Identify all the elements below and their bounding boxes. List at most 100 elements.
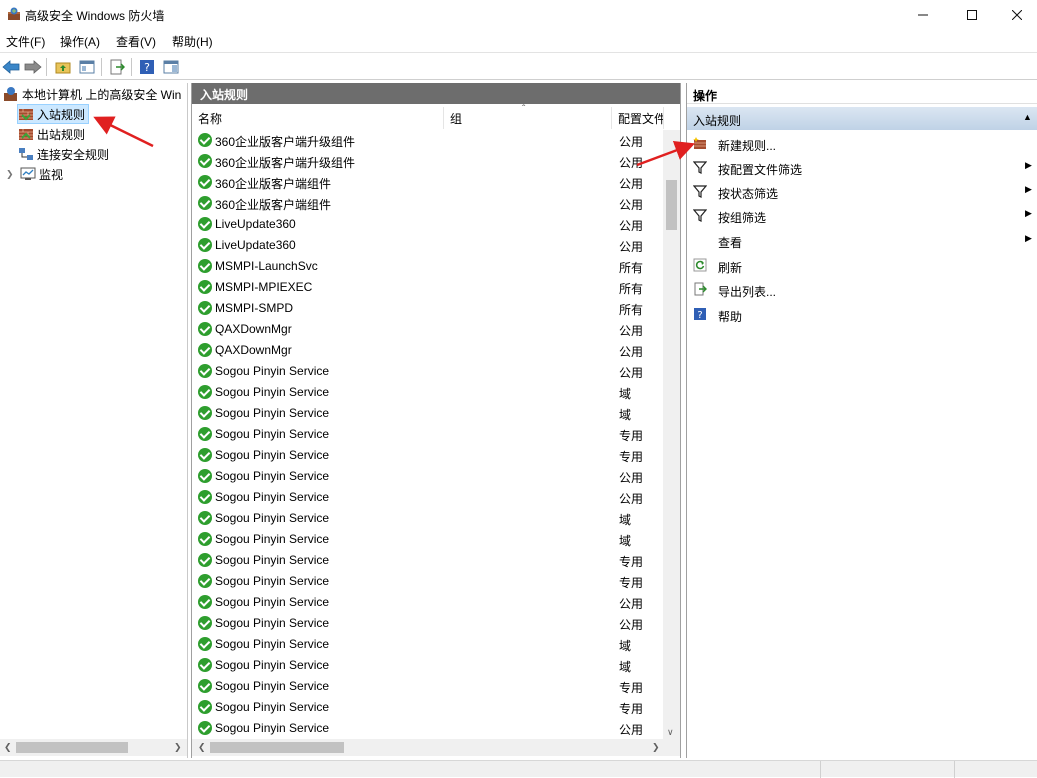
table-row[interactable]: LiveUpdate360 公用 xyxy=(192,235,662,256)
rules-vertical-scrollbar[interactable]: ∨ xyxy=(663,130,680,742)
tree-item-monitoring[interactable]: ❯ 监视 xyxy=(6,165,63,183)
menu-file[interactable]: 文件(F) xyxy=(6,33,45,50)
table-row[interactable]: Sogou Pinyin Service 专用 xyxy=(192,676,662,697)
table-row[interactable]: Sogou Pinyin Service 公用 xyxy=(192,361,662,382)
table-row[interactable]: Sogou Pinyin Service 公用 xyxy=(192,466,662,487)
table-row[interactable]: 360企业版客户端升级组件 公用 xyxy=(192,151,662,172)
table-row[interactable]: Sogou Pinyin Service 域 xyxy=(192,655,662,676)
table-row[interactable]: Sogou Pinyin Service 专用 xyxy=(192,424,662,445)
action-item[interactable]: 刷新 xyxy=(687,254,1037,276)
table-row[interactable]: Sogou Pinyin Service 专用 xyxy=(192,550,662,571)
tree-item-connection-security-rules[interactable]: 连接安全规则 xyxy=(18,145,109,163)
rule-enabled-icon xyxy=(198,532,212,546)
column-label: 组 xyxy=(450,111,463,126)
action-item[interactable]: 新建规则... xyxy=(687,132,1037,154)
expand-chevron-icon[interactable]: ❯ xyxy=(6,169,16,180)
show-hide-tree-button[interactable] xyxy=(77,57,97,77)
back-button[interactable] xyxy=(1,57,21,77)
action-label: 导出列表... xyxy=(718,285,777,299)
action-item[interactable]: 查看 ▶ xyxy=(687,229,1037,251)
table-row[interactable]: QAXDownMgr 公用 xyxy=(192,340,662,361)
toolbar: ? xyxy=(0,52,1037,80)
scroll-thumb[interactable] xyxy=(16,742,128,753)
tree-item-inbound-rules[interactable]: 入站规则 xyxy=(16,104,90,124)
scroll-thumb[interactable] xyxy=(666,180,677,230)
tree-horizontal-scrollbar[interactable]: ❮ ❯ xyxy=(0,739,187,756)
table-row[interactable]: QAXDownMgr 公用 xyxy=(192,319,662,340)
rule-name: Sogou Pinyin Service xyxy=(215,658,330,672)
minimize-button[interactable] xyxy=(900,0,946,29)
table-row[interactable]: 360企业版客户端组件 公用 xyxy=(192,193,662,214)
action-item[interactable]: 按状态筛选 ▶ xyxy=(687,180,1037,202)
table-row[interactable]: MSMPI-LaunchSvc 所有 xyxy=(192,256,662,277)
table-row[interactable]: MSMPI-SMPD 所有 xyxy=(192,298,662,319)
table-row[interactable]: Sogou Pinyin Service 域 xyxy=(192,508,662,529)
menu-action[interactable]: 操作(A) xyxy=(60,33,100,50)
help-icon: ? xyxy=(693,307,707,321)
action-section-inbound-rules[interactable]: 入站规则 ▲ xyxy=(687,107,1037,130)
scroll-left-icon[interactable]: ❮ xyxy=(198,742,206,753)
table-row[interactable]: 360企业版客户端组件 公用 xyxy=(192,172,662,193)
table-row[interactable]: Sogou Pinyin Service 专用 xyxy=(192,697,662,718)
rule-enabled-icon xyxy=(198,721,212,735)
scroll-down-icon[interactable]: ∨ xyxy=(667,727,674,738)
action-item[interactable]: 按配置文件筛选 ▶ xyxy=(687,156,1037,178)
show-hide-action-pane-button[interactable] xyxy=(161,57,181,77)
table-row[interactable]: Sogou Pinyin Service 域 xyxy=(192,382,662,403)
close-button[interactable] xyxy=(994,0,1037,29)
rule-profile: 专用 xyxy=(619,450,644,464)
table-row[interactable]: Sogou Pinyin Service 域 xyxy=(192,634,662,655)
rule-enabled-icon xyxy=(198,427,212,441)
table-row[interactable]: Sogou Pinyin Service 域 xyxy=(192,403,662,424)
table-row[interactable]: Sogou Pinyin Service 域 xyxy=(192,529,662,550)
action-label: 按状态筛选 xyxy=(718,187,779,201)
table-row[interactable]: Sogou Pinyin Service 公用 xyxy=(192,487,662,508)
table-row[interactable]: Sogou Pinyin Service 专用 xyxy=(192,571,662,592)
rule-enabled-icon xyxy=(198,490,212,504)
collapse-up-icon[interactable]: ▲ xyxy=(1023,112,1032,122)
column-header-profile[interactable]: 配置文件 xyxy=(612,107,664,129)
up-level-button[interactable] xyxy=(53,57,73,77)
export-list-button[interactable] xyxy=(107,57,127,77)
menu-help[interactable]: 帮助(H) xyxy=(172,33,213,50)
rule-profile: 专用 xyxy=(619,555,644,569)
scroll-left-icon[interactable]: ❮ xyxy=(4,742,12,753)
column-header-group[interactable]: 组 ˆ xyxy=(444,104,612,129)
table-row[interactable]: LiveUpdate360 公用 xyxy=(192,214,662,235)
table-row[interactable]: Sogou Pinyin Service 公用 xyxy=(192,592,662,613)
submenu-arrow-icon: ▶ xyxy=(1025,184,1032,194)
outbound-rules-icon xyxy=(19,129,33,140)
table-row[interactable]: Sogou Pinyin Service 专用 xyxy=(192,445,662,466)
rule-name: Sogou Pinyin Service xyxy=(215,448,330,462)
table-row[interactable]: MSMPI-MPIEXEC 所有 xyxy=(192,277,662,298)
rule-name: Sogou Pinyin Service xyxy=(215,364,330,378)
column-header-name[interactable]: 名称 xyxy=(192,107,444,129)
rule-name: MSMPI-MPIEXEC xyxy=(215,280,313,294)
table-row[interactable]: Sogou Pinyin Service 公用 xyxy=(192,613,662,634)
action-item[interactable]: ? 帮助 xyxy=(687,303,1037,325)
rules-horizontal-scrollbar[interactable]: ❮ ❯ xyxy=(192,739,680,756)
rule-profile: 公用 xyxy=(619,198,644,212)
rule-profile: 公用 xyxy=(619,723,644,737)
minimize-icon xyxy=(918,14,928,15)
action-item[interactable]: 导出列表... xyxy=(687,278,1037,300)
action-item[interactable]: 按组筛选 ▶ xyxy=(687,204,1037,226)
tree-root[interactable]: 本地计算机 上的高级安全 Win xyxy=(3,85,181,103)
tree-item-outbound-rules[interactable]: 出站规则 xyxy=(18,125,85,143)
help-button[interactable]: ? xyxy=(137,57,157,77)
rule-name: Sogou Pinyin Service xyxy=(215,385,330,399)
scroll-thumb[interactable] xyxy=(210,742,344,753)
table-row[interactable]: Sogou Pinyin Service 公用 xyxy=(192,718,662,739)
toolbar-separator xyxy=(46,58,47,76)
submenu-arrow-icon: ▶ xyxy=(1025,208,1032,218)
scroll-right-icon[interactable]: ❯ xyxy=(174,742,182,753)
menu-view[interactable]: 查看(V) xyxy=(116,33,156,50)
maximize-button[interactable] xyxy=(949,0,995,29)
rule-enabled-icon xyxy=(198,133,212,147)
table-row[interactable]: 360企业版客户端升级组件 公用 xyxy=(192,130,662,151)
action-label: 按组筛选 xyxy=(718,211,767,225)
console-tree-icon xyxy=(79,60,95,74)
rule-profile: 公用 xyxy=(619,156,644,170)
forward-button[interactable] xyxy=(23,57,43,77)
scroll-right-icon[interactable]: ❯ xyxy=(652,742,660,753)
